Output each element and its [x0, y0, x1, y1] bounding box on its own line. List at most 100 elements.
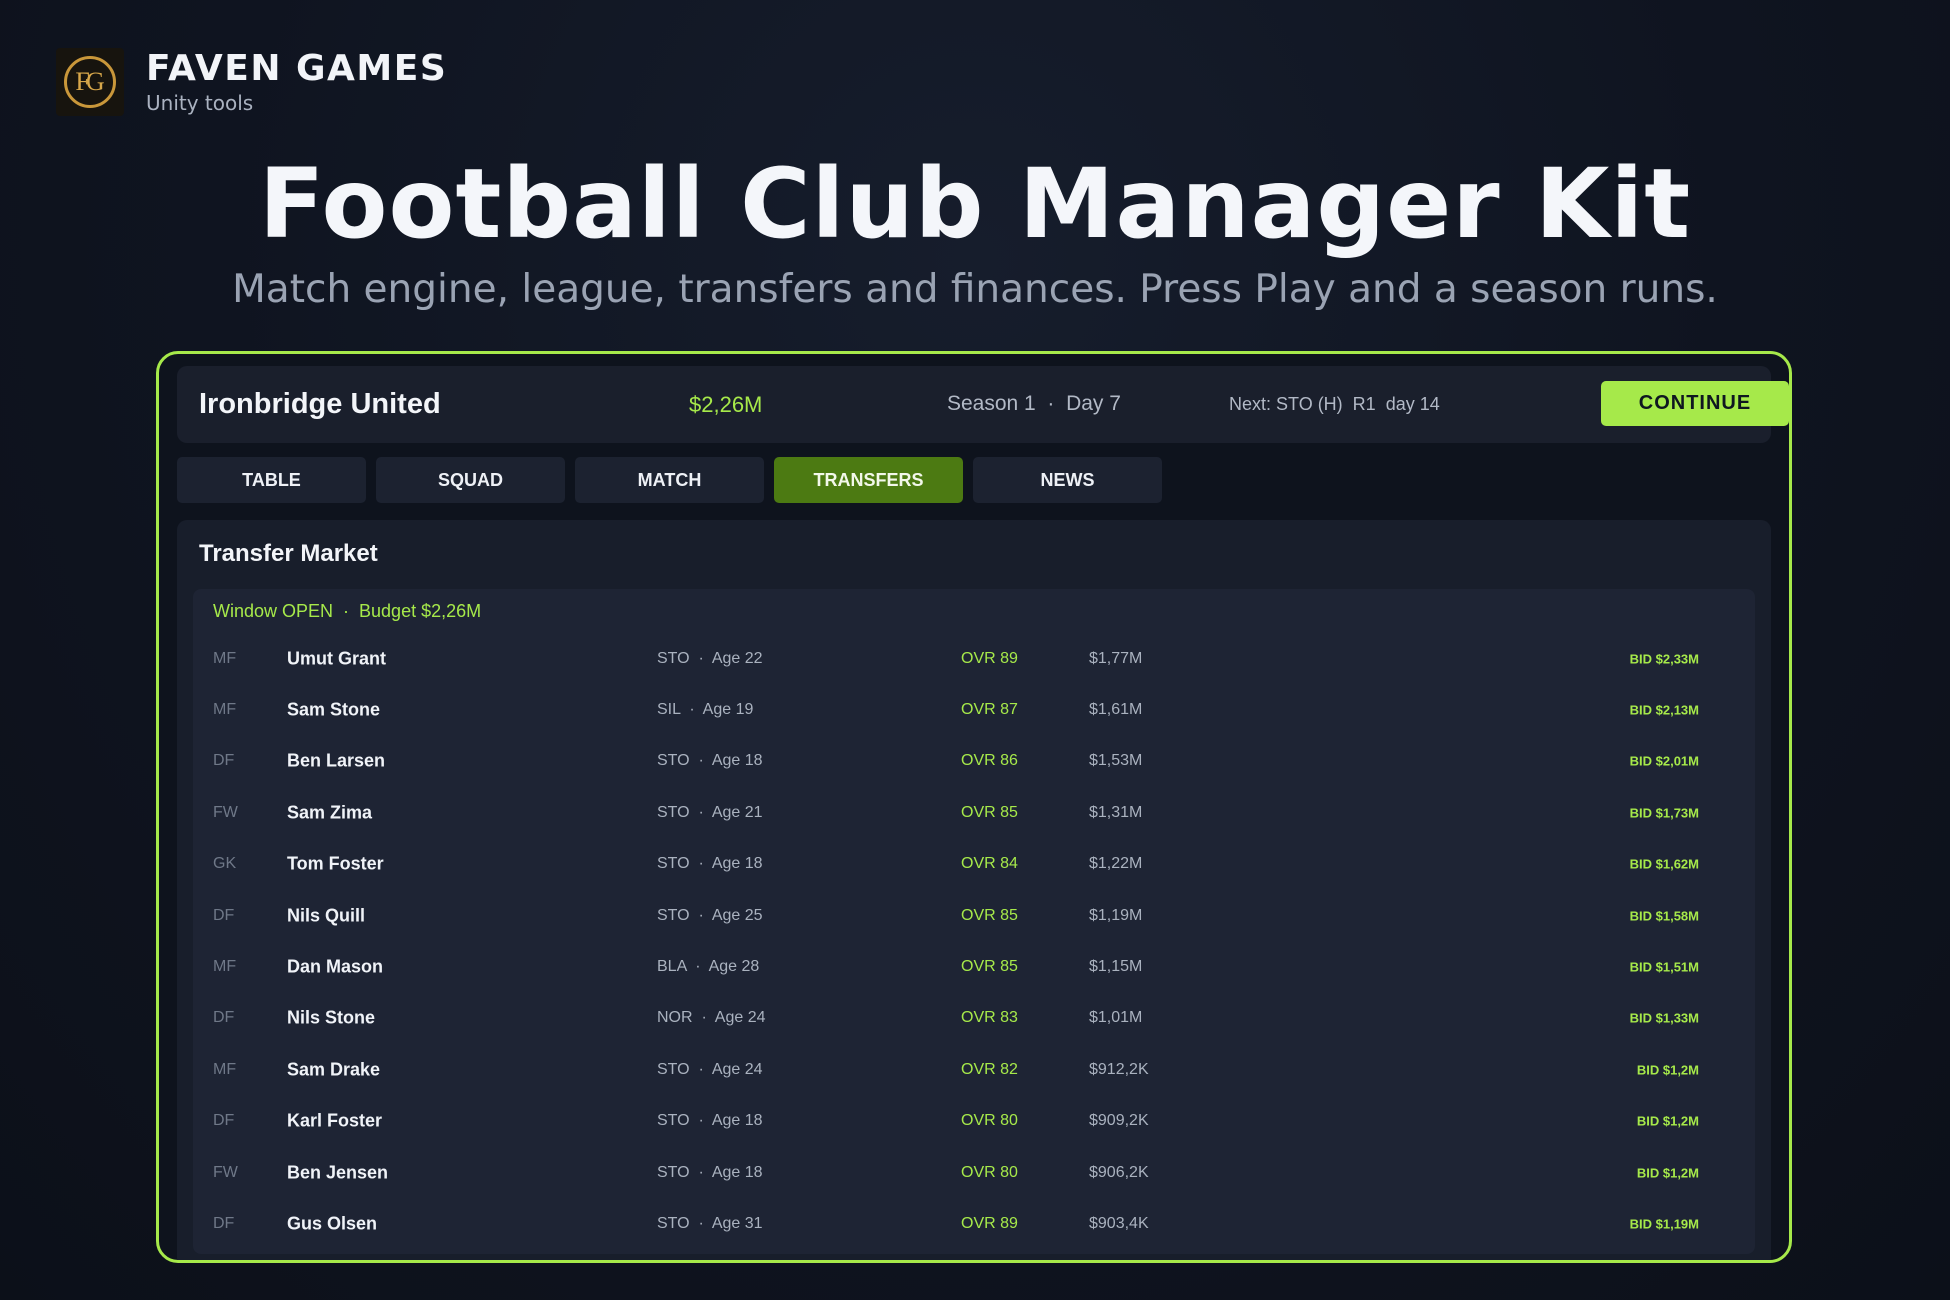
player-rows: MF Umut Grant STO · Age 22 OVR 89 $1,77M BID …: [193, 633, 1755, 1250]
player-name: Karl Foster: [287, 1110, 383, 1131]
table-row[interactable]: MF Dan Mason BLA · Age 28 OVR 85 $1,15M BID $…: [193, 941, 1755, 992]
bid-button[interactable]: BID $1,2M: [1637, 1165, 1699, 1180]
bid-button[interactable]: BID $1,2M: [1637, 1114, 1699, 1129]
player-overall: OVR 89: [961, 1214, 1018, 1232]
table-row[interactable]: DF Karl Foster STO · Age 18 OVR 80 $909,2K BI…: [193, 1096, 1755, 1147]
table-row[interactable]: FW Sam Zima STO · Age 21 OVR 85 $1,31M BID $1…: [193, 787, 1755, 838]
player-name: Dan Mason: [287, 956, 384, 977]
player-club-age: STO · Age 25: [657, 906, 763, 924]
bid-button[interactable]: BID $1,2M: [1637, 1062, 1699, 1077]
player-name: Ben Larsen: [287, 750, 386, 771]
table-row[interactable]: MF Sam Stone SIL · Age 19 OVR 87 $1,61M BID $…: [193, 684, 1755, 735]
transfers-panel: Transfer Market Window OPEN · Budget $2,…: [177, 520, 1771, 1260]
tab-match[interactable]: MATCH: [575, 457, 764, 503]
player-name: Sam Drake: [287, 1059, 381, 1080]
tab-transfers[interactable]: TRANSFERS: [774, 457, 963, 503]
bid-button[interactable]: BID $2,13M: [1630, 703, 1699, 718]
player-name: Gus Olsen: [287, 1213, 378, 1234]
player-name: Nils Quill: [287, 905, 366, 926]
bid-button[interactable]: BID $1,51M: [1630, 960, 1699, 975]
hero-title: Football Club Manager Kit: [258, 148, 1692, 260]
player-name: Ben Jensen: [287, 1162, 389, 1183]
player-overall: OVR 84: [961, 855, 1018, 873]
player-value: $903,4K: [1089, 1214, 1149, 1232]
table-row[interactable]: DF Nils Quill STO · Age 25 OVR 85 $1,19M BID …: [193, 890, 1755, 941]
player-value: $1,01M: [1089, 1009, 1143, 1027]
player-position: DF: [213, 752, 235, 770]
player-position: DF: [213, 906, 235, 924]
table-row[interactable]: GK Tom Foster STO · Age 18 OVR 84 $1,22M BID …: [193, 839, 1755, 890]
player-overall: OVR 82: [961, 1060, 1018, 1078]
player-overall: OVR 80: [961, 1163, 1018, 1181]
player-overall: OVR 80: [961, 1112, 1018, 1130]
table-row[interactable]: DF Nils Stone NOR · Age 24 OVR 83 $1,01M BID …: [193, 993, 1755, 1044]
bid-button[interactable]: BID $1,33M: [1630, 1011, 1699, 1026]
bid-button[interactable]: BID $2,33M: [1630, 651, 1699, 666]
tab-news[interactable]: NEWS: [973, 457, 1162, 503]
player-club-age: STO · Age 18: [657, 1163, 763, 1181]
player-value: $909,2K: [1089, 1112, 1149, 1130]
bid-button[interactable]: BID $1,73M: [1630, 805, 1699, 820]
player-overall: OVR 85: [961, 958, 1018, 976]
tab-squad[interactable]: SQUAD: [376, 457, 565, 503]
player-overall: OVR 85: [961, 803, 1018, 821]
bid-button[interactable]: BID $1,58M: [1630, 908, 1699, 923]
table-row[interactable]: MF Sam Drake STO · Age 24 OVR 82 $912,2K BID …: [193, 1044, 1755, 1095]
player-value: $1,19M: [1089, 906, 1143, 924]
player-overall: OVR 89: [961, 649, 1018, 667]
next-match: Next: STO (H) R1 day 14: [1229, 394, 1440, 414]
tab-bar: TABLE SQUAD MATCH TRANSFERS NEWS: [177, 457, 1162, 503]
player-position: FW: [213, 803, 238, 821]
panel-title: Transfer Market: [199, 540, 378, 567]
brand-text: FAVEN GAMES Unity tools: [146, 48, 448, 116]
player-club-age: SIL · Age 19: [657, 701, 754, 719]
brand: FG FAVEN GAMES Unity tools: [56, 48, 447, 116]
player-club-age: STO · Age 31: [657, 1214, 763, 1232]
transfer-market-list[interactable]: Window OPEN · Budget $2,26M MF Umut Grant…: [193, 589, 1755, 1254]
player-value: $912,2K: [1089, 1060, 1149, 1078]
bid-button[interactable]: BID $2,01M: [1630, 754, 1699, 769]
table-row[interactable]: MF Umut Grant STO · Age 22 OVR 89 $1,77M BID …: [193, 633, 1755, 684]
tab-table[interactable]: TABLE: [177, 457, 366, 503]
bid-button[interactable]: BID $1,62M: [1630, 857, 1699, 872]
club-balance: $2,26M: [689, 392, 763, 417]
player-position: DF: [213, 1009, 235, 1027]
player-club-age: BLA · Age 28: [657, 958, 760, 976]
player-overall: OVR 86: [961, 752, 1018, 770]
player-club-age: STO · Age 18: [657, 752, 763, 770]
player-value: $1,53M: [1089, 752, 1143, 770]
continue-button[interactable]: CONTINUE: [1601, 381, 1789, 426]
player-club-age: STO · Age 18: [657, 1112, 763, 1130]
player-name: Umut Grant: [287, 648, 386, 669]
brand-name: FAVEN GAMES: [146, 48, 448, 89]
player-position: GK: [213, 855, 237, 873]
club-name: Ironbridge United: [199, 388, 441, 420]
logo-monogram: FG: [64, 56, 116, 108]
player-overall: OVR 87: [961, 701, 1018, 719]
player-position: DF: [213, 1214, 235, 1232]
faven-games-logo: FG: [56, 48, 124, 116]
player-name: Sam Stone: [287, 699, 381, 720]
table-row[interactable]: DF Gus Olsen STO · Age 31 OVR 89 $903,4K BID …: [193, 1198, 1755, 1249]
player-value: $1,15M: [1089, 958, 1143, 976]
player-position: MF: [213, 958, 237, 976]
player-club-age: STO · Age 22: [657, 649, 763, 667]
table-row[interactable]: DF Ben Larsen STO · Age 18 OVR 86 $1,53M BID …: [193, 736, 1755, 787]
player-value: $1,22M: [1089, 855, 1143, 873]
player-club-age: STO · Age 21: [657, 803, 763, 821]
bid-button[interactable]: BID $1,19M: [1630, 1216, 1699, 1231]
player-value: $1,31M: [1089, 803, 1143, 821]
brand-subtitle: Unity tools: [146, 91, 254, 115]
player-position: DF: [213, 1112, 235, 1130]
player-position: MF: [213, 649, 237, 667]
player-name: Nils Stone: [287, 1007, 376, 1028]
player-overall: OVR 83: [961, 1009, 1018, 1027]
player-name: Tom Foster: [287, 853, 384, 874]
player-overall: OVR 85: [961, 906, 1018, 924]
game-window: Ironbridge United $2,26M Season 1 · Day …: [156, 351, 1792, 1263]
table-row[interactable]: FW Ben Jensen STO · Age 18 OVR 80 $906,2K BID…: [193, 1147, 1755, 1198]
player-value: $1,61M: [1089, 701, 1143, 719]
player-value: $906,2K: [1089, 1163, 1149, 1181]
player-club-age: STO · Age 24: [657, 1060, 763, 1078]
player-position: MF: [213, 701, 237, 719]
